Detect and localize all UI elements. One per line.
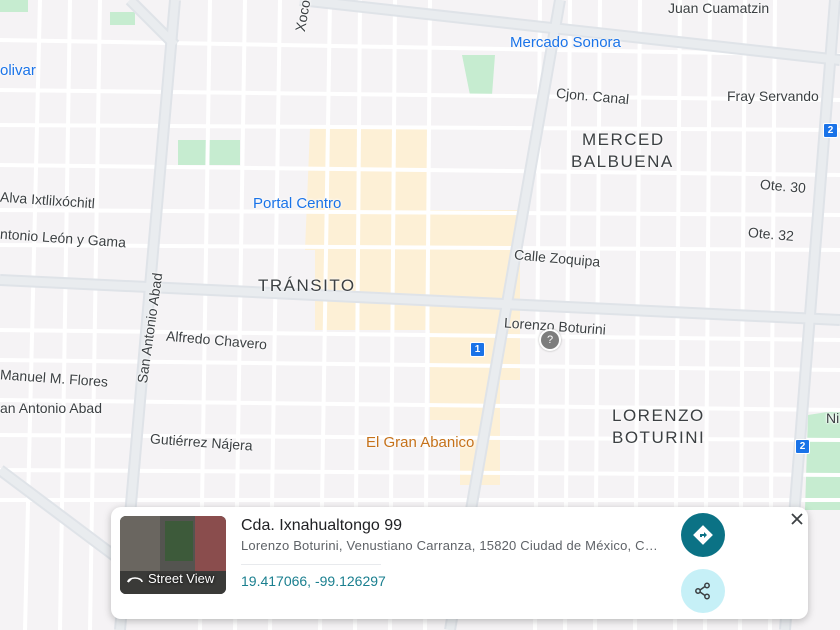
park xyxy=(0,0,28,12)
street-view-icon xyxy=(127,576,143,583)
close-button[interactable] xyxy=(788,510,806,528)
poi-portal-centro[interactable]: Portal Centro xyxy=(253,195,341,212)
route-shield: 2 xyxy=(795,439,810,454)
street-view-text: Street View xyxy=(148,571,215,586)
place-address: Lorenzo Boturini, Venustiano Carranza, 1… xyxy=(241,538,658,553)
place-coordinates[interactable]: 19.417066, -99.126297 xyxy=(241,573,386,589)
divider xyxy=(241,564,381,565)
street-label: Fray Servando xyxy=(727,88,819,104)
street-view-thumbnail[interactable]: Street View xyxy=(120,516,226,594)
location-pin-icon[interactable]: ? xyxy=(539,329,561,351)
route-shield: 1 xyxy=(470,342,485,357)
share-button[interactable] xyxy=(681,569,725,613)
street-label: Juan Cuamatzin xyxy=(668,0,770,16)
directions-icon xyxy=(693,525,713,545)
directions-button[interactable] xyxy=(681,513,725,557)
place-info-card: Street View Cda. Ixnahualtongo 99 Lorenz… xyxy=(111,507,808,619)
street-label: olivar xyxy=(0,62,36,79)
district-label: MERCED xyxy=(582,130,665,149)
place-title: Cda. Ixnahualtongo 99 xyxy=(241,517,403,534)
poi-mercado-sonora[interactable]: Mercado Sonora xyxy=(510,34,621,51)
share-icon xyxy=(695,582,710,600)
close-icon xyxy=(791,513,803,525)
street-label: Ni xyxy=(826,410,840,426)
street-label: an Antonio Abad xyxy=(0,400,102,416)
route-shield: 2 xyxy=(823,123,838,138)
district-label: BOTURINI xyxy=(612,428,706,447)
street-view-label: Street View xyxy=(126,571,214,586)
district-label: LORENZO xyxy=(612,406,705,425)
park xyxy=(110,12,135,25)
poi-el-gran-abanico[interactable]: El Gran Abanico xyxy=(366,434,474,451)
district-label: BALBUENA xyxy=(571,152,674,171)
district-label: TRÁNSITO xyxy=(258,276,356,295)
